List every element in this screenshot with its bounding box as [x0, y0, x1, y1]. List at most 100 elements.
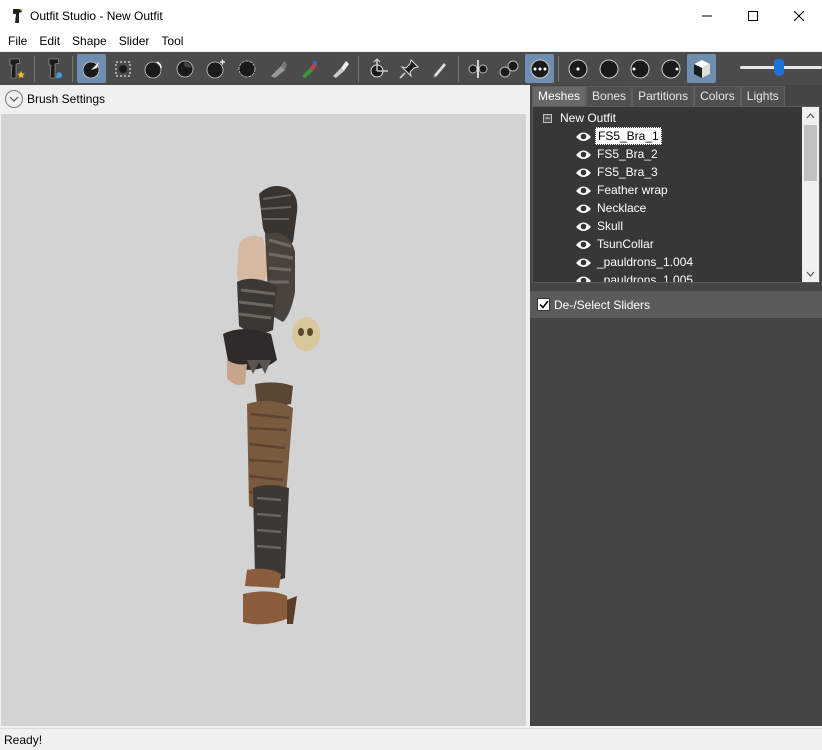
mesh-item[interactable]: _pauldrons_1.005 [575, 271, 695, 284]
menu-edit[interactable]: Edit [33, 31, 66, 51]
toolbar-separator [34, 55, 35, 82]
select-sliders-checkbox[interactable] [537, 298, 550, 311]
tree-scrollbar[interactable] [802, 107, 819, 282]
brush-size-slider[interactable] [740, 52, 822, 85]
view-back-icon [599, 59, 618, 78]
tab-partitions[interactable]: Partitions [632, 86, 695, 106]
view-left-icon [630, 59, 649, 78]
eye-icon[interactable] [575, 257, 592, 268]
mask-brush-button[interactable] [108, 54, 137, 83]
new-project-button[interactable] [1, 54, 30, 83]
toolbar-separator [558, 55, 559, 82]
eye-icon[interactable] [575, 185, 592, 196]
mesh-label: Skull [597, 219, 624, 233]
tab-colors[interactable]: Colors [694, 86, 741, 106]
mesh-label: FS5_Bra_2 [597, 147, 658, 161]
load-outfit-button[interactable] [39, 54, 68, 83]
scroll-down-icon[interactable] [802, 265, 819, 282]
eye-icon[interactable] [575, 167, 592, 178]
menu-file[interactable]: File [2, 31, 33, 51]
character-model [223, 186, 320, 625]
mesh-item[interactable]: FS5_Bra_1 [575, 127, 662, 145]
menu-tool[interactable]: Tool [155, 31, 189, 51]
mesh-label: FS5_Bra_1 [595, 127, 662, 145]
alpha-brush-button[interactable] [325, 54, 354, 83]
slider-thumb[interactable] [774, 59, 784, 76]
sliders-header: De-/Select Sliders [530, 291, 822, 318]
view-front-icon [568, 59, 587, 78]
eye-icon[interactable] [575, 149, 592, 160]
inflate-brush-icon [144, 60, 162, 78]
eye-icon[interactable] [575, 239, 592, 250]
collapse-icon[interactable]: − [543, 113, 552, 123]
mesh-label: TsunCollar [597, 237, 654, 251]
cube-icon [693, 59, 710, 78]
mesh-item[interactable]: FS5_Bra_2 [575, 145, 660, 163]
toolbar-separator [358, 55, 359, 82]
eye-icon[interactable] [575, 131, 592, 142]
mesh-item[interactable]: TsunCollar [575, 235, 656, 253]
eye-icon[interactable] [575, 221, 592, 232]
perspective-button[interactable] [687, 54, 716, 83]
tree-root[interactable]: − New Outfit [543, 109, 616, 127]
weight-brush-button[interactable] [263, 54, 292, 83]
right-panel: Meshes Bones Partitions Colors Lights − … [530, 85, 822, 726]
menu-shape[interactable]: Shape [66, 31, 113, 51]
view-front-button[interactable] [563, 54, 592, 83]
alpha-brush-icon [332, 60, 349, 78]
color-brush-icon [301, 60, 317, 78]
view-right-button[interactable] [656, 54, 685, 83]
mesh-item[interactable]: Skull [575, 217, 625, 235]
toolbar-separator [72, 55, 73, 82]
mesh-item[interactable]: Feather wrap [575, 181, 670, 199]
select-brush-button[interactable] [77, 54, 106, 83]
tree-root-label: New Outfit [560, 111, 617, 125]
mesh-label: _pauldrons_1.005 [597, 273, 694, 283]
transform-icon [370, 57, 388, 77]
scroll-up-icon[interactable] [802, 107, 819, 124]
maximize-icon [748, 10, 758, 21]
brush-settings-label: Brush Settings [27, 92, 106, 106]
pivot-tool-button[interactable] [394, 54, 423, 83]
mesh-label: Feather wrap [597, 183, 668, 197]
move-brush-button[interactable] [201, 54, 230, 83]
title-bar: Outfit Studio - New Outfit [0, 0, 822, 31]
transform-tool-button[interactable] [363, 54, 392, 83]
mesh-item[interactable]: _pauldrons_1.004 [575, 253, 695, 271]
tab-lights[interactable]: Lights [740, 86, 785, 106]
smooth-brush-button[interactable] [232, 54, 261, 83]
deflate-brush-button[interactable] [170, 54, 199, 83]
close-icon [794, 10, 804, 21]
view-back-button[interactable] [594, 54, 623, 83]
maximize-button[interactable] [730, 0, 776, 31]
chevron-down-icon[interactable] [5, 90, 23, 108]
outfit-icon [48, 58, 62, 78]
connected-only-button[interactable] [494, 54, 523, 83]
vertex-edit-button[interactable] [425, 54, 454, 83]
mesh-item[interactable]: Necklace [575, 199, 648, 217]
close-button[interactable] [776, 0, 822, 31]
menu-slider[interactable]: Slider [113, 31, 156, 51]
tab-meshes[interactable]: Meshes [532, 86, 587, 106]
mirror-x-button[interactable] [463, 54, 492, 83]
3d-viewport[interactable] [1, 114, 526, 726]
mirror-icon [468, 59, 487, 78]
select-sliders-label: De-/Select Sliders [554, 297, 651, 312]
view-left-button[interactable] [625, 54, 654, 83]
tab-bones[interactable]: Bones [586, 86, 633, 106]
inflate-brush-button[interactable] [139, 54, 168, 83]
brush-settings-header[interactable]: Brush Settings [0, 85, 528, 113]
tab-bar: Meshes Bones Partitions Colors Lights [530, 85, 822, 106]
minimize-button[interactable] [684, 0, 730, 31]
eye-icon[interactable] [575, 203, 592, 214]
deflate-brush-icon [176, 60, 193, 77]
mesh-item[interactable]: FS5_Bra_3 [575, 163, 660, 181]
global-brush-button[interactable] [525, 54, 554, 83]
mesh-label: FS5_Bra_3 [597, 165, 658, 179]
new-project-icon [9, 58, 25, 78]
scroll-thumb[interactable] [804, 125, 817, 181]
mesh-tree: − New Outfit FS5_Bra_1 FS5_Bra_2 FS5_Bra… [532, 106, 820, 283]
color-brush-button[interactable] [294, 54, 323, 83]
toolbar-separator [458, 55, 459, 82]
eye-icon[interactable] [575, 275, 592, 284]
